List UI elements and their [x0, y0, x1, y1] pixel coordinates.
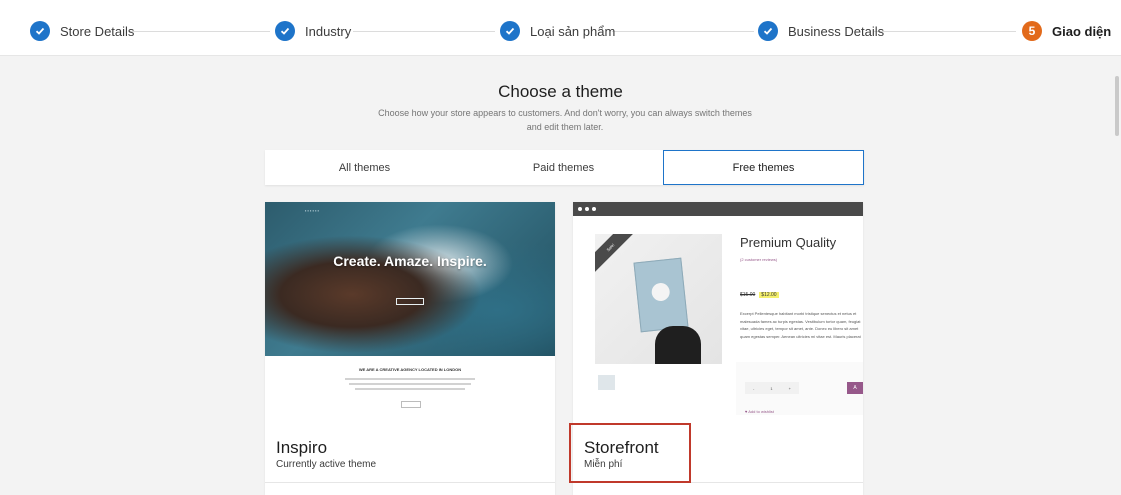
- preview-wishlist: ♥ Add to wishlist: [745, 409, 774, 414]
- preview-agency-line: WE ARE A CREATIVE AGENCY LOCATED IN LOND…: [358, 367, 462, 372]
- step-label: Giao diện: [1052, 23, 1112, 39]
- step-connector: [353, 31, 495, 32]
- preview-text-line: [355, 388, 465, 390]
- product-photo: Sale!: [595, 234, 722, 364]
- window-dot-icon: [578, 207, 582, 211]
- poster-image: [633, 257, 689, 333]
- check-icon: [275, 21, 295, 41]
- page-subtitle: Choose how your store appears to custome…: [378, 108, 752, 132]
- step-number-badge: 5: [1022, 21, 1042, 41]
- preview-headline: Create. Amaze. Inspire.: [333, 253, 487, 269]
- window-dot-icon: [592, 207, 596, 211]
- check-icon: [30, 21, 50, 41]
- preview-add-button: A: [847, 382, 863, 394]
- preview-nav: ▪ ▪ ▪ ▪ ▪ ▪: [305, 208, 320, 213]
- step-connector: [874, 31, 1016, 32]
- card-footer: [573, 482, 863, 495]
- step-appearance[interactable]: 5 Giao diện: [1022, 20, 1111, 42]
- theme-price-label: Miễn phí: [584, 459, 623, 470]
- theme-filter-tabs: All themes Paid themes Free themes: [265, 150, 864, 185]
- preview-about-button: [401, 401, 421, 408]
- qty-plus: +: [788, 385, 791, 391]
- step-industry[interactable]: Industry: [275, 20, 351, 42]
- person-image: [655, 326, 701, 364]
- product-thumbnail: [598, 375, 615, 390]
- wishlist-label: Add to wishlist: [748, 409, 774, 414]
- browser-bar: [573, 202, 863, 216]
- theme-card-storefront[interactable]: Sale! Premium Quality (2 customer review…: [573, 202, 863, 495]
- check-icon: [758, 21, 778, 41]
- step-label: Loại sản phẩm: [530, 23, 616, 39]
- preview-description: Excerpt Pellentesque habitant morbi tris…: [740, 311, 861, 339]
- tab-all-themes[interactable]: All themes: [265, 150, 464, 185]
- preview-qty-stepper: - 1 +: [745, 382, 799, 394]
- card-footer: [265, 482, 555, 495]
- theme-preview-image[interactable]: ▪ ▪ ▪ ▪ ▪ ▪ Create. Amaze. Inspire. WE A…: [265, 202, 555, 415]
- setup-stepper: Store Details Industry Loại sản phẩm Bus…: [0, 0, 1121, 56]
- sale-badge: Sale!: [595, 234, 640, 277]
- window-dot-icon: [585, 207, 589, 211]
- hero-image: [265, 202, 555, 356]
- step-store-details[interactable]: Store Details: [30, 20, 134, 42]
- step-label: Industry: [305, 23, 352, 39]
- step-connector: [612, 31, 754, 32]
- preview-text-line: [349, 383, 471, 385]
- tab-paid-themes[interactable]: Paid themes: [464, 150, 663, 185]
- new-price: $12.00: [759, 292, 779, 298]
- theme-status: Currently active theme: [276, 459, 377, 470]
- check-icon: [500, 21, 520, 41]
- page-title: Choose a theme: [498, 82, 623, 101]
- tab-free-themes[interactable]: Free themes: [663, 150, 864, 185]
- preview-reviews: (2 customer reviews): [740, 257, 778, 262]
- poster-logo-icon: [650, 282, 671, 302]
- step-business-details[interactable]: Business Details: [758, 20, 884, 42]
- old-price: $15.00: [740, 292, 756, 298]
- qty-value: 1: [770, 385, 773, 391]
- step-connector: [130, 31, 270, 32]
- preview-product-title: Premium Quality: [740, 235, 837, 250]
- theme-card-inspiro[interactable]: ▪ ▪ ▪ ▪ ▪ ▪ Create. Amaze. Inspire. WE A…: [265, 202, 555, 495]
- preview-text-line: [345, 378, 475, 380]
- step-label: Store Details: [60, 23, 135, 39]
- qty-minus: -: [753, 385, 755, 391]
- step-label: Business Details: [788, 23, 885, 39]
- preview-price: $15.00 $12.00: [740, 292, 779, 298]
- preview-button: [396, 298, 424, 305]
- step-product-type[interactable]: Loại sản phẩm: [500, 20, 615, 42]
- theme-name: Inspiro: [276, 438, 328, 457]
- theme-name: Storefront: [584, 438, 659, 457]
- theme-preview-image[interactable]: Sale! Premium Quality (2 customer review…: [573, 202, 863, 415]
